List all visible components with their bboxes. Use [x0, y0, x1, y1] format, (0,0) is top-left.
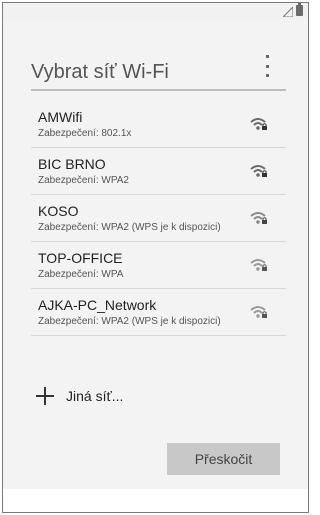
overflow-menu-icon[interactable]	[263, 55, 271, 77]
battery-icon	[296, 3, 303, 16]
wifi-locked-icon	[250, 212, 267, 224]
wifi-network-list: AMWifi Zabezpečení: 802.1x BIC BRNO Zabe…	[31, 101, 286, 371]
other-network-button[interactable]: Jiná síť...	[36, 387, 123, 405]
wifi-locked-icon	[250, 306, 267, 318]
status-bar	[3, 3, 308, 19]
network-security: Zabezpečení: WPA2 (WPS je k dispozici)	[38, 316, 221, 327]
signal-icon	[283, 7, 293, 17]
wifi-network-item[interactable]: AMWifi Zabezpečení: 802.1x	[31, 101, 286, 148]
network-security: Zabezpečení: WPA2 (WPS je k dispozici)	[38, 222, 221, 233]
network-name: BIC BRNO	[38, 156, 106, 172]
network-name: AMWifi	[38, 109, 83, 125]
title-divider	[31, 89, 286, 91]
wifi-locked-icon	[250, 118, 267, 130]
wifi-network-item[interactable]: AJKA-PC_Network Zabezpečení: WPA2 (WPS j…	[31, 289, 286, 336]
network-name: KOSO	[38, 203, 79, 219]
wifi-locked-icon	[250, 259, 267, 271]
page-title: Vybrat síť Wi-Fi	[31, 61, 169, 83]
network-name: AJKA-PC_Network	[38, 297, 157, 313]
network-security: Zabezpečení: 802.1x	[38, 128, 132, 139]
wifi-network-item[interactable]: KOSO Zabezpečení: WPA2 (WPS je k dispozi…	[31, 195, 286, 242]
wifi-network-item[interactable]: BIC BRNO Zabezpečení: WPA2	[31, 148, 286, 195]
network-name: TOP-OFFICE	[38, 250, 123, 266]
wifi-locked-icon	[250, 165, 267, 177]
wifi-network-item[interactable]: TOP-OFFICE Zabezpečení: WPA	[31, 242, 286, 289]
skip-button[interactable]: Přeskočit	[167, 443, 280, 475]
network-security: Zabezpečení: WPA2	[38, 175, 129, 186]
plus-icon	[36, 387, 54, 405]
other-network-label: Jiná síť...	[66, 388, 124, 404]
network-security: Zabezpečení: WPA	[38, 269, 124, 280]
